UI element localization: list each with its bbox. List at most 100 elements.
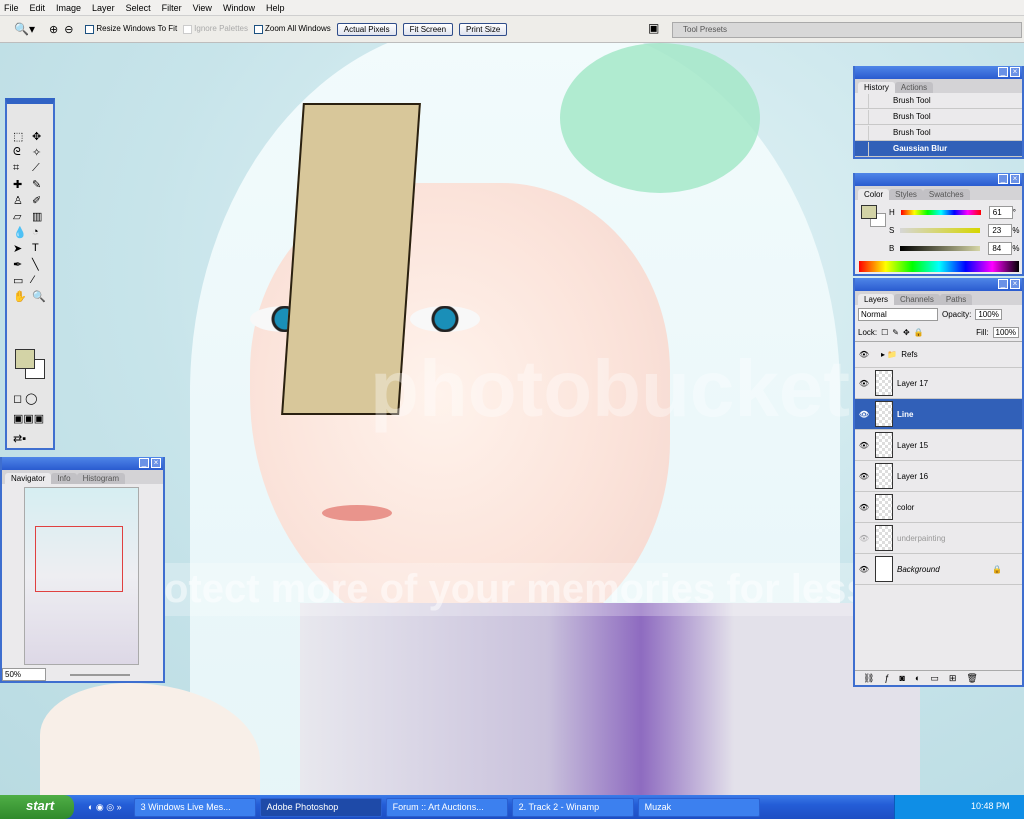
history-item-selected[interactable]: Gaussian Blur [855,141,1022,157]
magic-wand-icon[interactable]: ✧ [32,146,49,159]
clone-stamp-icon[interactable]: ♙ [13,194,30,207]
layer-style-icon[interactable]: ƒ [884,673,889,683]
tab-styles[interactable]: Styles [889,189,923,200]
brightness-slider[interactable] [900,245,981,251]
close-icon[interactable]: × [1010,279,1020,289]
visibility-eye-icon[interactable]: 👁 [855,565,873,574]
tool-presets-well[interactable]: Tool Presets [672,22,1022,38]
menu-window[interactable]: Window [223,3,255,13]
visibility-eye-icon[interactable]: 👁 [855,379,873,388]
gradient-tool-icon[interactable]: ▥ [32,210,49,223]
blur-tool-icon[interactable]: 💧 [13,226,30,239]
zoom-in-icon[interactable]: ⊕ [49,23,58,36]
layer-row[interactable]: 👁 Background 🔒 [855,554,1022,585]
menu-help[interactable]: Help [266,3,285,13]
tab-history[interactable]: History [858,82,895,93]
palette-well-icon[interactable]: ▣ [648,21,659,35]
healing-brush-icon[interactable]: ✚ [13,178,30,191]
visibility-eye-icon[interactable]: 👁 [855,472,873,481]
visibility-eye-icon[interactable]: 👁 [855,503,873,512]
line-tool-icon[interactable]: ╲ [32,258,49,271]
menu-filter[interactable]: Filter [162,3,182,13]
eraser-tool-icon[interactable]: ▱ [13,210,30,223]
saturation-field[interactable]: 23 [988,223,1013,237]
zoom-tool-icon[interactable]: 🔍▾ [14,22,35,36]
notes-tool-icon[interactable]: ▭ [13,274,30,287]
tab-histogram[interactable]: Histogram [76,473,126,484]
slice-tool-icon[interactable]: ⟋ [32,162,49,175]
task-folder[interactable]: Muzak [637,797,760,817]
minimize-icon[interactable]: _ [998,67,1008,77]
resize-windows-checkbox[interactable]: Resize Windows To Fit [85,24,177,34]
tab-info[interactable]: Info [51,473,77,484]
history-item[interactable]: Brush Tool [855,93,1022,109]
path-select-icon[interactable]: ➤ [13,242,30,255]
visibility-eye-icon[interactable]: 👁 [855,410,873,419]
tab-paths[interactable]: Paths [939,294,973,305]
visibility-eye-icon[interactable]: 👁 [855,534,873,543]
dodge-tool-icon[interactable]: ◔ [32,226,49,239]
layer-row[interactable]: 👁 color [855,492,1022,523]
screen-mode-icon[interactable]: ▣▣▣ [13,412,44,425]
history-item[interactable]: Brush Tool [855,109,1022,125]
foreground-color-swatch[interactable] [15,349,35,369]
task-messenger[interactable]: 3 Windows Live Mes... [133,797,256,817]
saturation-slider[interactable] [900,227,981,233]
blend-mode-select[interactable]: Normal [858,307,938,321]
layer-row[interactable]: 👁 Layer 16 [855,461,1022,492]
minimize-icon[interactable]: _ [998,174,1008,184]
lock-pixels-icon[interactable]: ✎ [892,328,899,337]
history-brush-icon[interactable]: ✐ [32,194,49,207]
fit-screen-button[interactable]: Fit Screen [402,22,454,36]
zoom-tool-icon[interactable]: 🔍 [32,290,49,303]
link-icon[interactable]: ⛓ [863,673,874,683]
opacity-field[interactable]: 100% [975,308,1002,320]
hue-field[interactable]: 61 [988,205,1013,219]
close-icon[interactable]: × [1010,67,1020,77]
hue-slider[interactable] [900,209,981,215]
lock-all-icon[interactable]: 🔒 [914,328,924,337]
actual-pixels-button[interactable]: Actual Pixels [336,22,397,36]
menu-image[interactable]: Image [56,3,81,13]
layer-row[interactable]: 👁 Layer 17 [855,368,1022,399]
lock-transparency-icon[interactable]: ☐ [881,328,888,337]
trash-icon[interactable]: 🗑 [966,673,977,683]
tab-color[interactable]: Color [858,189,890,200]
navigator-zoom-field[interactable]: 50% [2,668,46,681]
lasso-tool-icon[interactable]: ᘓ [13,146,30,159]
tab-channels[interactable]: Channels [894,294,940,305]
tab-navigator[interactable]: Navigator [5,473,52,484]
close-icon[interactable]: × [151,458,161,468]
layer-row[interactable]: 👁 underpainting [855,523,1022,554]
quick-launch-icons[interactable]: ◐ ◉ ◎ » [88,802,122,813]
visibility-eye-icon[interactable]: 👁 [855,350,873,359]
brightness-field[interactable]: 84 [988,241,1013,255]
adjustment-layer-icon[interactable]: ◐ [915,673,920,683]
task-photoshop[interactable]: Adobe Photoshop [259,797,382,817]
minimize-icon[interactable]: _ [998,279,1008,289]
brush-tool-icon[interactable]: ✎ [32,178,49,191]
task-browser[interactable]: Forum :: Art Auctions... [385,797,508,817]
layer-row[interactable]: 👁 ▸ 📁 Refs [855,342,1022,368]
start-button[interactable]: start [0,795,74,819]
quick-mask-icon[interactable]: ◻ ◯ [13,392,38,405]
lock-position-icon[interactable]: ✥ [903,328,910,337]
layer-row[interactable]: 👁 Layer 15 [855,430,1022,461]
close-icon[interactable]: × [1010,174,1020,184]
navigator-thumbnail[interactable] [24,487,139,665]
menu-view[interactable]: View [193,3,212,13]
menu-file[interactable]: File [4,3,19,13]
fill-field[interactable]: 100% [992,326,1019,338]
tab-swatches[interactable]: Swatches [922,189,970,200]
new-group-icon[interactable]: ▭ [930,673,939,683]
tab-actions[interactable]: Actions [894,82,934,93]
new-layer-icon[interactable]: ⊞ [949,673,957,683]
task-winamp[interactable]: 2. Track 2 - Winamp [511,797,634,817]
move-tool-icon[interactable]: ✥ [32,130,49,143]
print-size-button[interactable]: Print Size [459,22,508,36]
marquee-tool-icon[interactable]: ⬚ [13,130,30,143]
menu-layer[interactable]: Layer [92,3,115,13]
visibility-eye-icon[interactable]: 👁 [855,441,873,450]
crop-tool-icon[interactable]: ⌗ [13,162,30,175]
color-foreground[interactable] [861,205,877,219]
